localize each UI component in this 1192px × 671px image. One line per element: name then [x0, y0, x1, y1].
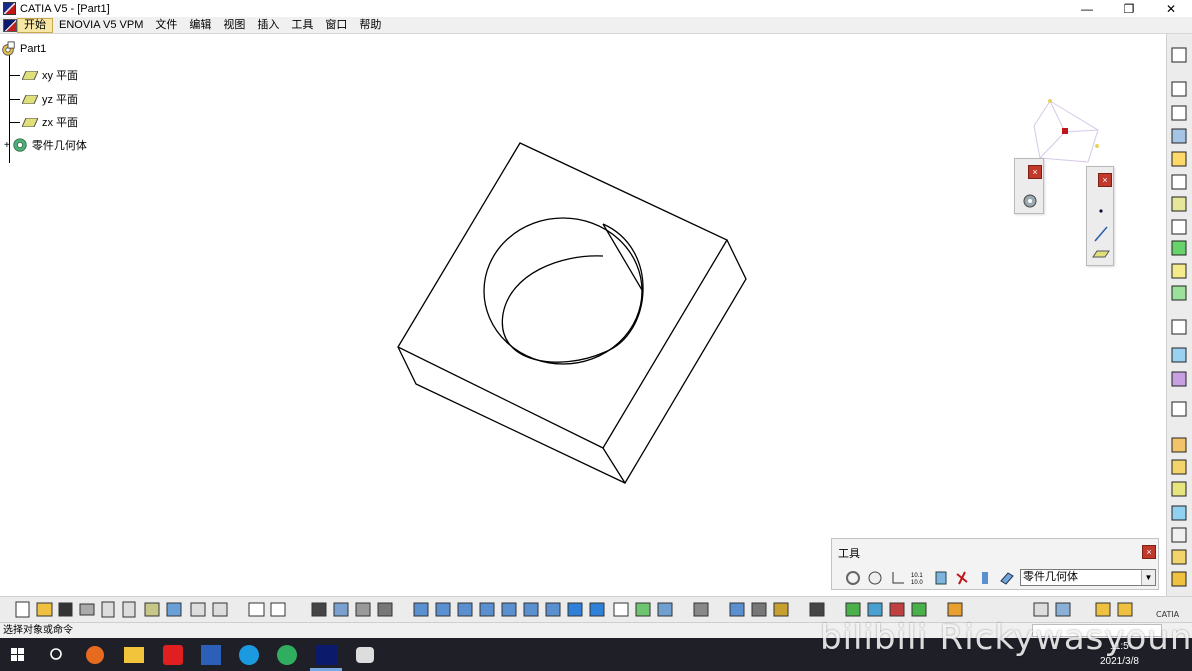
part-gear-icon — [2, 41, 15, 56]
publication-icon[interactable] — [932, 569, 950, 587]
3d-viewport[interactable] — [0, 34, 1166, 594]
maximize-button[interactable]: ❐ — [1108, 0, 1150, 17]
plane-icon — [22, 94, 38, 104]
svg-text:10.1: 10.1 — [911, 573, 923, 579]
plane-icon — [22, 117, 38, 127]
floating-toolbar-reference[interactable]: × — [1086, 166, 1114, 266]
status-text: 选择对象或命令 — [3, 625, 73, 636]
tools-toolbar[interactable]: 工具 × 10.1 10.0 零件几何体 ▼ — [831, 538, 1159, 590]
grid-snap-icon[interactable]: 10.1 10.0 — [910, 569, 928, 587]
tools-toolbar-title: 工具 — [838, 548, 860, 560]
expand-plus-icon[interactable]: + — [4, 140, 10, 151]
menu-view[interactable]: 视图 — [217, 17, 251, 34]
menu-enovia[interactable]: ENOVIA V5 VPM — [53, 17, 149, 34]
scan-icon[interactable] — [954, 569, 972, 587]
menu-edit[interactable]: 编辑 — [183, 17, 217, 34]
menu-tools[interactable]: 工具 — [285, 17, 319, 34]
hand-icon[interactable] — [866, 569, 884, 587]
tree-item-zx-plane[interactable]: zx 平面 — [10, 114, 78, 130]
window-controls: — ❐ ✕ — [1066, 0, 1192, 17]
tree-root[interactable]: Part1 — [0, 41, 46, 57]
right-vertical-toolbar — [1166, 34, 1192, 596]
stack-icon[interactable] — [976, 569, 994, 587]
sketch-gear-icon[interactable] — [1021, 192, 1039, 210]
tools-close-button[interactable]: × — [1142, 545, 1156, 559]
catia-logo-icon[interactable] — [3, 18, 17, 32]
title-bar: CATIA V5 - [Part1] — ❐ ✕ — [0, 0, 1192, 17]
floating-close-button[interactable]: × — [1028, 165, 1042, 179]
menu-window[interactable]: 窗口 — [319, 17, 353, 34]
current-body-select[interactable]: 零件几何体 ▼ — [1020, 569, 1156, 586]
eraser-icon[interactable] — [998, 569, 1016, 587]
tree-item-label: yz 平面 — [42, 94, 79, 106]
menu-insert[interactable]: 插入 — [251, 17, 285, 34]
floating-toolbar-sketch[interactable]: × — [1014, 158, 1044, 214]
catia-app-icon[interactable] — [3, 2, 16, 15]
tree-item-part-body[interactable]: + 零件几何体 — [4, 137, 87, 153]
right-toolbar-icons[interactable] — [1167, 34, 1192, 596]
menu-help[interactable]: 帮助 — [353, 17, 387, 34]
current-body-value: 零件几何体 — [1023, 571, 1078, 583]
menu-start[interactable]: 开始 — [17, 17, 53, 33]
tools-icons-row: 10.1 10.0 — [844, 569, 1016, 587]
menu-file[interactable]: 文件 — [149, 17, 183, 34]
svg-text:10.0: 10.0 — [911, 580, 923, 586]
tree-item-label: 零件几何体 — [31, 140, 87, 152]
body-gear-icon — [13, 138, 27, 152]
floating-close-button[interactable]: × — [1098, 173, 1112, 187]
menu-bar: 开始 ENOVIA V5 VPM 文件 编辑 视图 插入 工具 窗口 帮助 — [0, 17, 1192, 34]
axis-system-icon[interactable] — [888, 569, 906, 587]
plane-icon — [22, 70, 38, 80]
chevron-down-icon[interactable]: ▼ — [1141, 570, 1155, 585]
tree-item-xy-plane[interactable]: xy 平面 — [10, 67, 78, 83]
update-icon[interactable] — [844, 569, 862, 587]
tree-root-label: Part1 — [20, 43, 47, 55]
close-button[interactable]: ✕ — [1150, 0, 1192, 17]
tree-item-label: zx 平面 — [42, 117, 79, 129]
spec-tree: Part1 xy 平面 yz 平面 zx 平面 + 零件几何体 — [0, 38, 160, 168]
part-geometry[interactable] — [0, 34, 1166, 594]
window-title: CATIA V5 - [Part1] — [20, 2, 110, 15]
compass-handle — [1062, 128, 1068, 134]
bilibili-watermark: bilibili Rickywasyoung — [820, 618, 1192, 658]
tree-item-yz-plane[interactable]: yz 平面 — [10, 91, 78, 107]
reference-elements-icons[interactable] — [1092, 203, 1110, 263]
tree-item-label: xy 平面 — [42, 70, 79, 82]
minimize-button[interactable]: — — [1066, 0, 1108, 17]
